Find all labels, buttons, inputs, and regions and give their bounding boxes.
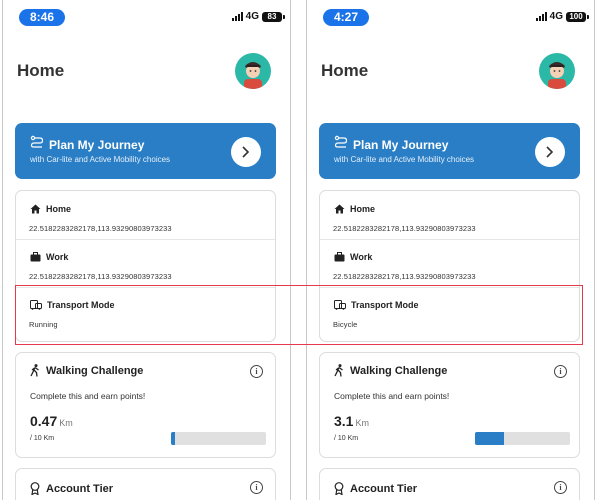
transport-mode-value: Running [29, 320, 58, 329]
challenge-title: Walking Challenge [46, 364, 144, 377]
network-label: 4G [549, 11, 563, 22]
location-row-work[interactable]: Work 22.5182283282178,113.93290803973233 [320, 239, 579, 288]
page-title: Home [321, 61, 369, 80]
briefcase-icon [30, 252, 41, 262]
distance-value: 3.1 [334, 413, 354, 429]
progress-fill [475, 432, 505, 445]
network-label: 4G [245, 11, 259, 22]
chevron-right-icon [546, 146, 554, 158]
plan-journey-subtitle: with Car-lite and Active Mobility choice… [334, 155, 475, 164]
briefcase-icon [334, 252, 345, 262]
challenge-subtitle: Complete this and earn points! [30, 391, 146, 401]
home-icon [30, 204, 41, 214]
status-time: 8:46 [19, 9, 65, 26]
battery-icon: 83 [262, 11, 285, 22]
challenge-distance: 0.47 Km [30, 413, 73, 429]
location-value: 22.5182283282178,113.93290803973233 [29, 272, 172, 281]
location-row-work[interactable]: Work 22.5182283282178,113.93290803973233 [16, 239, 275, 288]
transport-mode-value: Bicycle [333, 320, 358, 329]
route-icon [30, 135, 44, 148]
location-value: 22.5182283282178,113.93290803973233 [29, 224, 172, 233]
user-avatar-icon[interactable] [235, 53, 271, 89]
location-label: Work [350, 252, 373, 262]
location-row-transport-mode[interactable]: Transport Mode Bicycle [320, 287, 579, 335]
walking-challenge-card[interactable]: Walking Challenge i Complete this and ea… [15, 352, 276, 458]
challenge-progress-bar [475, 432, 570, 445]
battery-icon: 100 [566, 11, 589, 22]
status-time: 4:27 [323, 9, 369, 26]
chevron-right-icon [242, 146, 250, 158]
tier-title: Account Tier [350, 482, 418, 495]
info-icon[interactable]: i [250, 365, 263, 378]
location-label: Transport Mode [351, 300, 419, 310]
status-bar-right: 4G 83 [231, 11, 285, 22]
locations-card: Home 22.5182283282178,113.93290803973233… [15, 190, 276, 342]
route-icon [334, 135, 348, 148]
transport-icon [334, 300, 346, 310]
challenge-progress-bar [171, 432, 266, 445]
plan-journey-button[interactable] [535, 137, 565, 167]
location-label: Home [46, 204, 72, 214]
info-icon[interactable]: i [554, 365, 567, 378]
plan-journey-card[interactable]: Plan My Journey with Car-lite and Active… [15, 123, 276, 179]
progress-fill [171, 432, 176, 445]
plan-journey-subtitle: with Car-lite and Active Mobility choice… [30, 155, 171, 164]
status-bar-right: 4G 100 [535, 11, 589, 22]
locations-card: Home 22.5182283282178,113.93290803973233… [319, 190, 580, 342]
tier-title: Account Tier [46, 482, 114, 495]
location-row-transport-mode[interactable]: Transport Mode Running [16, 287, 275, 335]
walking-icon [334, 364, 343, 377]
info-icon[interactable]: i [250, 481, 263, 494]
walking-challenge-card[interactable]: Walking Challenge i Complete this and ea… [319, 352, 580, 458]
plan-journey-title: Plan My Journey [353, 138, 449, 152]
phone-screen-left: 8:46 4G 83 Home Plan My Journey with Car… [2, 0, 291, 500]
signal-icon [231, 12, 243, 21]
challenge-goal: / 10 Km [334, 435, 359, 442]
distance-value: 0.47 [30, 413, 58, 429]
location-value: 22.5182283282178,113.93290803973233 [333, 224, 476, 233]
user-avatar-icon[interactable] [539, 53, 575, 89]
signal-icon [535, 12, 547, 21]
challenge-subtitle: Complete this and earn points! [334, 391, 450, 401]
page-title: Home [17, 61, 65, 80]
location-row-home[interactable]: Home 22.5182283282178,113.93290803973233 [320, 191, 579, 240]
location-label: Transport Mode [47, 300, 115, 310]
transport-icon [30, 300, 42, 310]
plan-journey-title: Plan My Journey [49, 138, 145, 152]
plan-journey-button[interactable] [231, 137, 261, 167]
challenge-title: Walking Challenge [350, 364, 448, 377]
plan-journey-card[interactable]: Plan My Journey with Car-lite and Active… [319, 123, 580, 179]
info-icon[interactable]: i [554, 481, 567, 494]
account-tier-card[interactable]: Account Tier i [15, 468, 276, 500]
account-tier-card[interactable]: Account Tier i [319, 468, 580, 500]
phone-screen-right: 4:27 4G 100 Home Plan My Journey with Ca… [306, 0, 595, 500]
award-icon [30, 482, 40, 495]
location-row-home[interactable]: Home 22.5182283282178,113.93290803973233 [16, 191, 275, 240]
challenge-distance: 3.1 Km [334, 413, 369, 429]
location-label: Work [46, 252, 69, 262]
award-icon [334, 482, 344, 495]
distance-unit: Km [355, 418, 369, 428]
location-value: 22.5182283282178,113.93290803973233 [333, 272, 476, 281]
location-label: Home [350, 204, 376, 214]
home-icon [334, 204, 345, 214]
challenge-goal: / 10 Km [30, 435, 55, 442]
distance-unit: Km [59, 418, 73, 428]
walking-icon [30, 364, 39, 377]
